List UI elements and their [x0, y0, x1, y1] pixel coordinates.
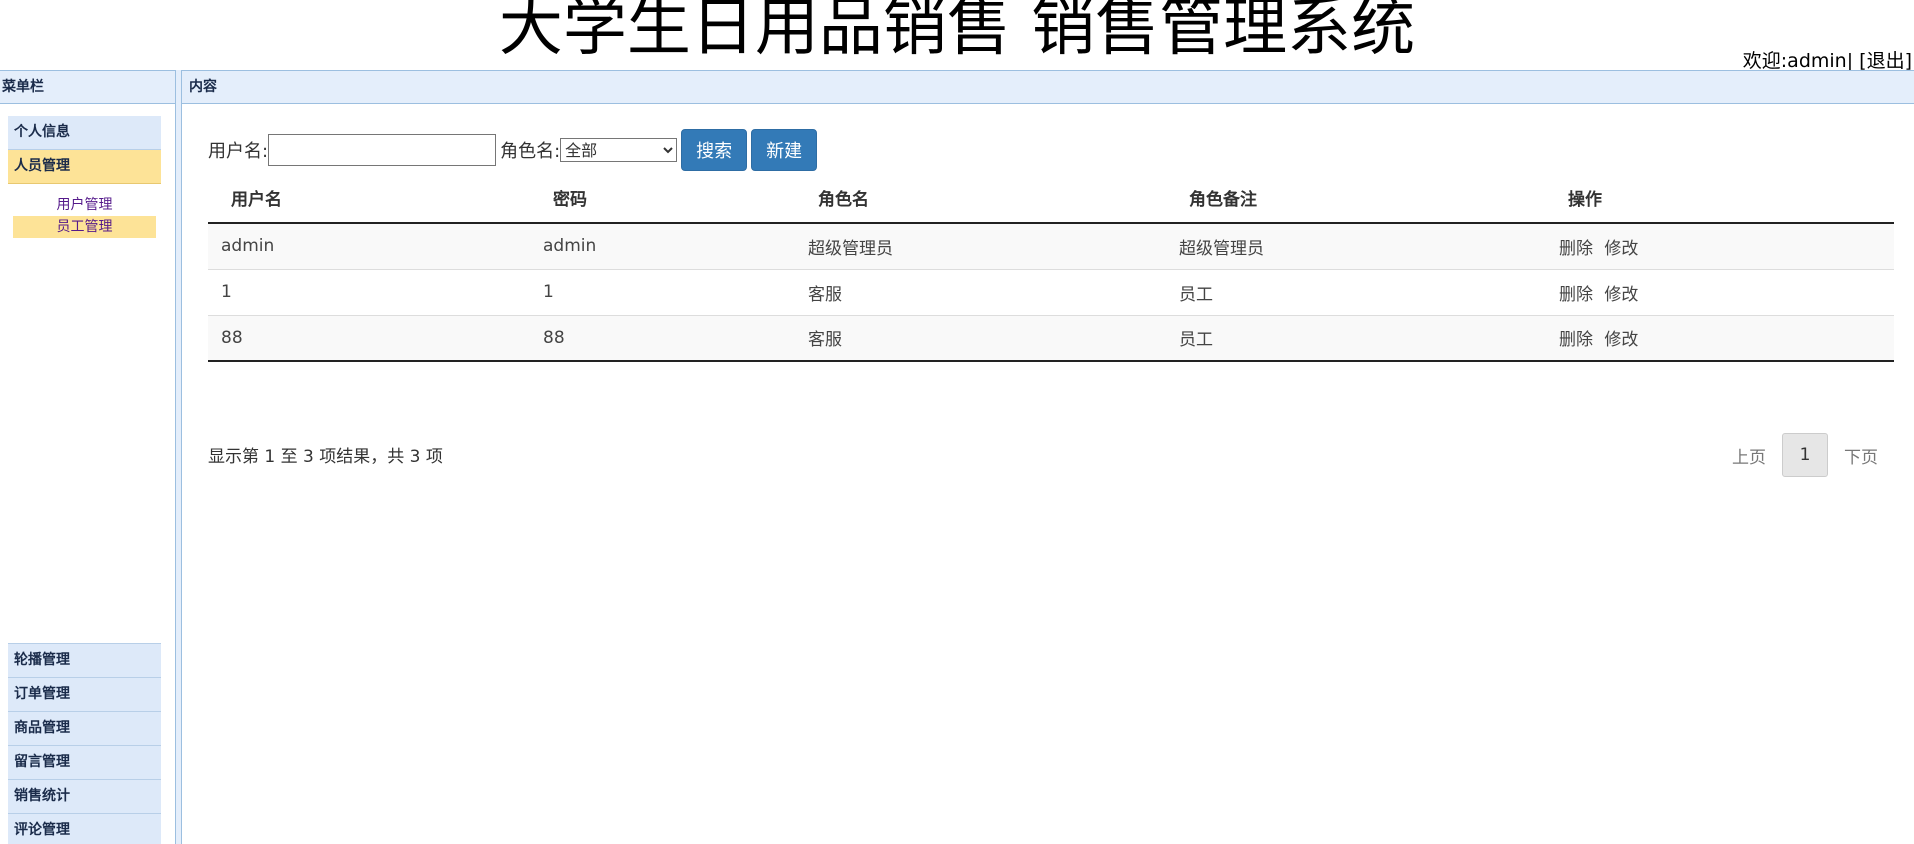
cell-role: 超级管理员	[795, 223, 1166, 270]
submenu: 用户管理 员工管理	[8, 184, 161, 238]
column-header-password: 密码	[530, 173, 795, 224]
user-area: 欢迎:admin| [退出]	[1743, 46, 1912, 73]
table-row: 88 88 客服 员工 删除 修改	[208, 315, 1894, 362]
role-select[interactable]: 全部	[560, 138, 678, 162]
column-header-role: 角色名	[795, 173, 1166, 224]
cell-username: admin	[208, 223, 530, 270]
current-page-button[interactable]: 1	[1782, 433, 1828, 477]
menu-bottom: 轮播管理 订单管理 商品管理 留言管理 销售统计 评论管理	[8, 643, 161, 844]
site-title: 大学生日用品销售 销售管理系统	[498, 0, 1416, 65]
username-input[interactable]	[268, 134, 497, 166]
cell-role: 客服	[795, 269, 1166, 316]
table-row: admin admin 超级管理员 超级管理员 删除 修改	[208, 223, 1894, 270]
delete-link[interactable]: 删除	[1559, 239, 1593, 259]
sidebar-title: 菜单栏	[0, 70, 175, 104]
search-bar: 用户名: 角色名: 全部 搜索 新建	[208, 129, 821, 171]
content-panel: 内容 用户名: 角色名: 全部 搜索 新建 用户名 密码 角色名 角色备注 操作…	[182, 70, 1914, 844]
new-button[interactable]: 新建	[751, 129, 818, 171]
next-page-link[interactable]: 下页	[1828, 443, 1894, 468]
column-header-username: 用户名	[208, 173, 530, 224]
data-table: 用户名 密码 角色名 角色备注 操作 admin admin 超级管理员 超级管…	[208, 173, 1894, 362]
menu-item-carousel[interactable]: 轮播管理	[8, 644, 161, 678]
logout-link[interactable]: [退出]	[1859, 50, 1912, 72]
username-label: 用户名:	[208, 141, 269, 162]
cell-password: 1	[530, 269, 795, 316]
table-header-row: 用户名 密码 角色名 角色备注 操作	[208, 173, 1894, 224]
menu-item-orders[interactable]: 订单管理	[8, 678, 161, 712]
menu-item-comments[interactable]: 评论管理	[8, 814, 161, 844]
welcome-text: 欢迎:admin|	[1742, 50, 1854, 72]
cell-username: 1	[208, 269, 530, 316]
sidebar: 菜单栏 个人信息 人员管理 用户管理 员工管理 轮播管理 订单管理 商品管理 留…	[0, 70, 176, 844]
menu-top: 个人信息 人员管理 用户管理 员工管理	[8, 116, 161, 238]
cell-role: 客服	[795, 315, 1166, 362]
edit-link[interactable]: 修改	[1604, 285, 1638, 305]
submenu-item-employee-management[interactable]: 员工管理	[13, 216, 156, 238]
column-header-role-note: 角色备注	[1166, 173, 1546, 224]
menu-item-messages[interactable]: 留言管理	[8, 746, 161, 780]
cell-role-note: 员工	[1166, 269, 1546, 316]
prev-page-link[interactable]: 上页	[1716, 443, 1782, 468]
delete-link[interactable]: 删除	[1559, 330, 1593, 350]
edit-link[interactable]: 修改	[1604, 239, 1638, 259]
menu-item-products[interactable]: 商品管理	[8, 712, 161, 746]
column-header-actions: 操作	[1546, 173, 1894, 224]
role-label: 角色名:	[500, 141, 561, 162]
table-row: 1 1 客服 员工 删除 修改	[208, 269, 1894, 316]
cell-role-note: 超级管理员	[1166, 223, 1546, 270]
delete-link[interactable]: 删除	[1559, 285, 1593, 305]
menu-item-sales-stats[interactable]: 销售统计	[8, 780, 161, 814]
pagination: 上页 1 下页	[1716, 433, 1894, 477]
menu-item-personal-info[interactable]: 个人信息	[8, 116, 161, 150]
cell-username: 88	[208, 315, 530, 362]
table-info: 显示第 1 至 3 项结果，共 3 项	[208, 447, 443, 467]
cell-password: 88	[530, 315, 795, 362]
cell-actions: 删除 修改	[1546, 269, 1894, 316]
menu-item-staff-management[interactable]: 人员管理	[8, 150, 161, 184]
cell-actions: 删除 修改	[1546, 315, 1894, 362]
cell-actions: 删除 修改	[1546, 223, 1894, 270]
search-button[interactable]: 搜索	[681, 129, 748, 171]
submenu-item-user-management[interactable]: 用户管理	[13, 194, 156, 216]
cell-role-note: 员工	[1166, 315, 1546, 362]
content-title: 内容	[182, 70, 1914, 104]
cell-password: admin	[530, 223, 795, 270]
edit-link[interactable]: 修改	[1604, 330, 1638, 350]
